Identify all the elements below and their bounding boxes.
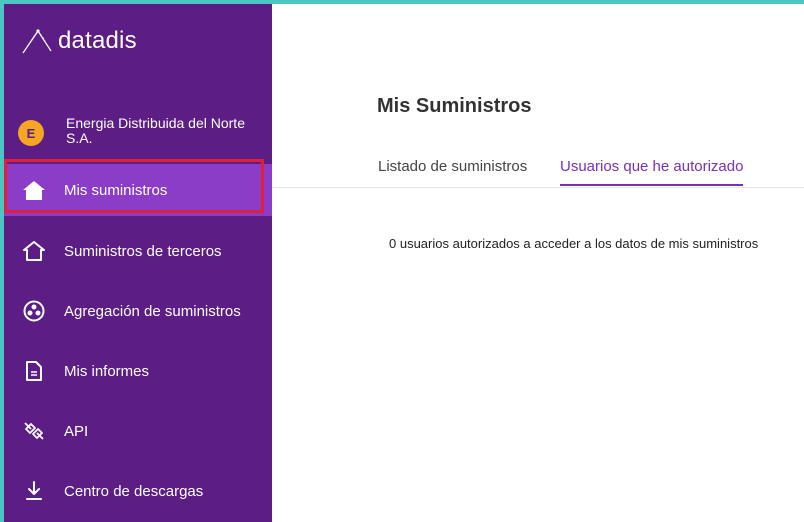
download-icon — [4, 480, 64, 502]
plug-icon — [4, 420, 64, 442]
brand-name: datadis — [58, 27, 137, 54]
sidebar-item-label: Suministros de terceros — [64, 242, 222, 260]
sidebar-item-label: Centro de descargas — [64, 482, 204, 500]
aggregation-icon — [4, 300, 64, 322]
empty-state-message: 0 usuarios autorizados a acceder a los d… — [389, 236, 759, 251]
sidebar-item-suministros-terceros[interactable]: Suministros de terceros — [4, 224, 272, 278]
sidebar-item-mis-informes[interactable]: Mis informes — [4, 344, 272, 398]
sidebar-item-mis-suministros[interactable]: Mis suministros — [4, 164, 272, 216]
sidebar-item-api[interactable]: API — [4, 404, 272, 458]
sidebar-item-label: Mis suministros — [64, 181, 168, 199]
home-filled-icon — [4, 179, 64, 201]
sidebar-item-centro-descargas[interactable]: Centro de descargas — [4, 464, 272, 518]
sidebar-item-agregacion[interactable]: Agregación de suministros — [4, 284, 272, 338]
tab-usuarios-autorizados[interactable]: Usuarios que he autorizado — [560, 158, 744, 186]
tab-listado-suministros[interactable]: Listado de suministros — [378, 158, 527, 184]
datadis-logo-icon — [22, 29, 52, 54]
main-content: Mis Suministros Listado de suministros U… — [272, 4, 804, 522]
home-outline-icon — [4, 240, 64, 262]
avatar: E — [18, 120, 44, 146]
sidebar-item-label: Mis informes — [64, 362, 150, 380]
account-info[interactable]: E Energia Distribuida del Norte S.A. — [18, 116, 266, 146]
account-name: Energia Distribuida del Norte S.A. — [66, 115, 245, 146]
brand-logo[interactable]: datadis — [20, 26, 137, 56]
sidebar-item-label: API — [64, 422, 89, 440]
document-icon — [4, 360, 64, 382]
page-title: Mis Suministros — [377, 95, 532, 117]
sidebar: datadis E Energia Distribuida del Norte … — [4, 4, 272, 522]
tab-bar: Listado de suministros Usuarios que he a… — [272, 152, 804, 188]
sidebar-item-label: Agregación de suministros — [64, 302, 241, 320]
